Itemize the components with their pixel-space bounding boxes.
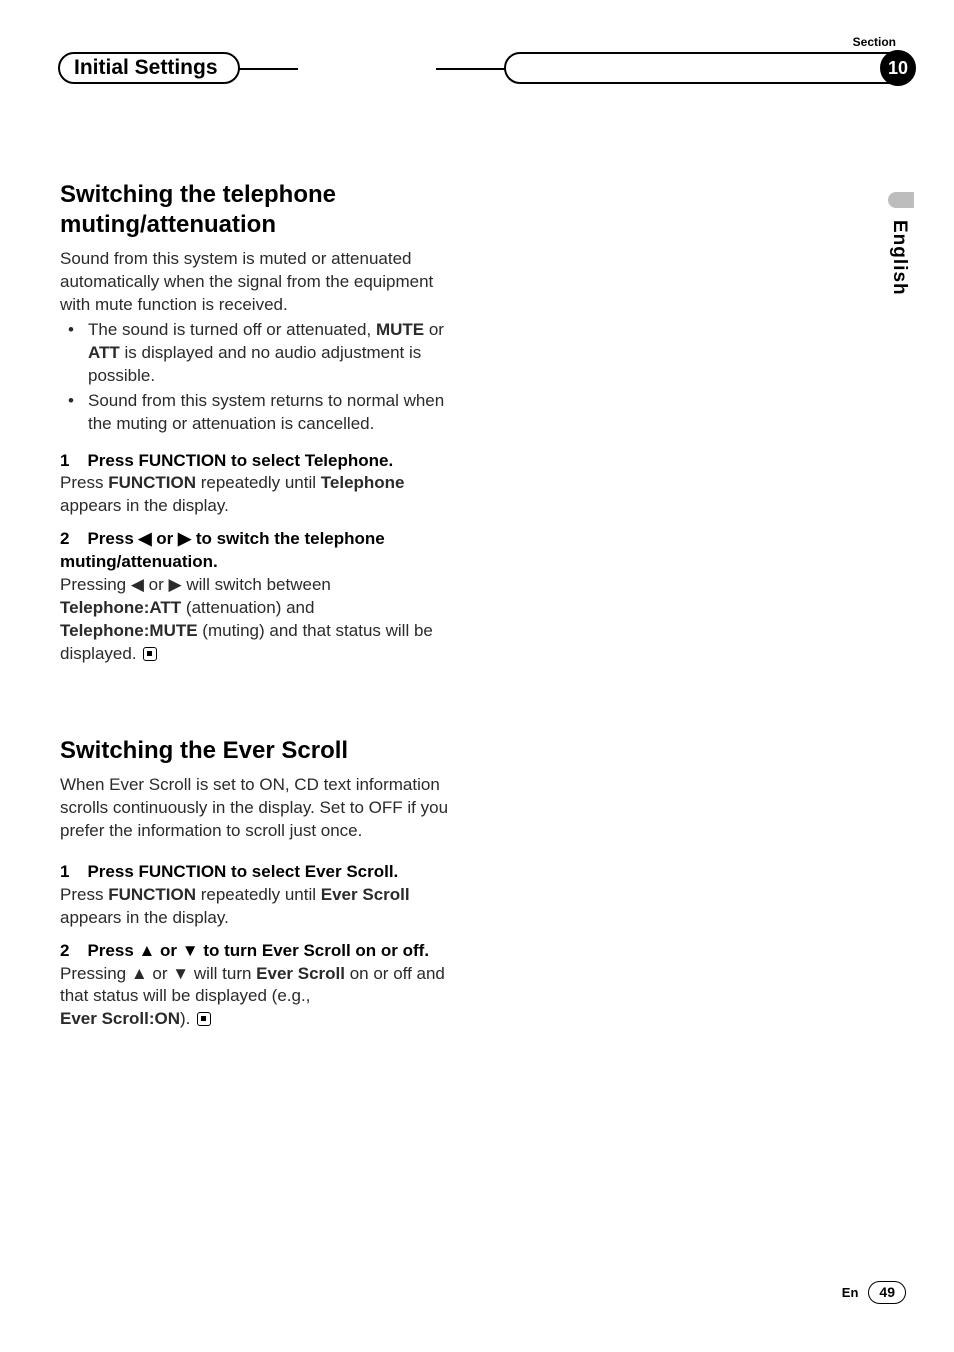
tab-accent <box>888 192 914 208</box>
header-capsule <box>504 52 914 84</box>
step: 1 Press FUNCTION to select Telephone. Pr… <box>60 450 460 519</box>
text: or <box>424 320 444 339</box>
chapter-title: Initial Settings <box>74 54 218 82</box>
chapter-title-pill: Initial Settings <box>58 52 240 84</box>
list-item: Sound from this system returns to normal… <box>60 390 460 436</box>
text: or <box>152 529 178 548</box>
section-number-badge: 10 <box>880 50 916 86</box>
text-bold: Telephone:MUTE <box>60 621 198 640</box>
language-tab: English <box>886 220 912 296</box>
text: Press <box>60 473 108 492</box>
step-body: Press FUNCTION repeatedly until Ever Scr… <box>60 884 460 930</box>
section-label: Section <box>853 34 896 50</box>
page-footer: En 49 <box>842 1281 906 1304</box>
page-number: 49 <box>868 1281 906 1304</box>
up-arrow-icon: ▲ <box>139 941 156 960</box>
end-of-section-icon <box>197 1012 211 1026</box>
bullet-list: The sound is turned off or attenuated, M… <box>60 319 460 436</box>
divider-line <box>436 68 506 70</box>
text-bold: ATT <box>88 343 120 362</box>
step-title-text: Press FUNCTION to select Ever Scroll. <box>87 862 398 881</box>
step-number: 1 <box>60 450 78 473</box>
step-title: 1 Press FUNCTION to select Telephone. <box>60 450 460 473</box>
text-bold: FUNCTION <box>108 885 196 904</box>
step-body: Press FUNCTION repeatedly until Telephon… <box>60 472 460 518</box>
text: is displayed and no audio adjustment is … <box>88 343 421 385</box>
right-arrow-icon: ▶ <box>169 575 182 594</box>
text: The sound is turned off or attenuated, <box>88 320 376 339</box>
text-bold: Ever Scroll <box>321 885 410 904</box>
step-title: 2 Press ◀ or ▶ to switch the telephone m… <box>60 528 460 574</box>
body-text: When Ever Scroll is set to ON, CD text i… <box>60 774 460 843</box>
text: repeatedly until <box>196 885 321 904</box>
text: Sound from this system returns to normal… <box>88 391 444 433</box>
text: ). <box>180 1009 190 1028</box>
text-bold: Ever Scroll <box>256 964 345 983</box>
step-body: Pressing ▲ or ▼ will turn Ever Scroll on… <box>60 963 460 1032</box>
step-number: 2 <box>60 528 78 551</box>
text: or <box>155 941 181 960</box>
text: will switch between <box>182 575 331 594</box>
text-bold: FUNCTION <box>108 473 196 492</box>
section-heading: Switching the telephone muting/attenuati… <box>60 180 460 240</box>
left-arrow-icon: ◀ <box>139 529 152 548</box>
page: Section Initial Settings 10 English Swit… <box>0 0 954 1352</box>
text: appears in the display. <box>60 496 229 515</box>
step: 1 Press FUNCTION to select Ever Scroll. … <box>60 861 460 930</box>
page-header: Section Initial Settings 10 <box>0 34 954 94</box>
text-bold: Telephone:ATT <box>60 598 181 617</box>
text: Press <box>87 529 138 548</box>
footer-lang: En <box>842 1284 859 1302</box>
end-of-section-icon <box>143 647 157 661</box>
list-item: The sound is turned off or attenuated, M… <box>60 319 460 388</box>
text: (attenuation) and <box>181 598 314 617</box>
text: appears in the display. <box>60 908 229 927</box>
divider-line <box>238 68 298 70</box>
up-arrow-icon: ▲ <box>131 964 148 983</box>
text: or <box>144 575 169 594</box>
right-arrow-icon: ▶ <box>178 529 191 548</box>
down-arrow-icon: ▼ <box>182 941 199 960</box>
step-title: 2 Press ▲ or ▼ to turn Ever Scroll on or… <box>60 940 460 963</box>
text: will turn <box>189 964 256 983</box>
text: to turn Ever Scroll on or off. <box>199 941 429 960</box>
step-body: Pressing ◀ or ▶ will switch between Tele… <box>60 574 460 666</box>
text-bold: Ever Scroll:ON <box>60 1009 180 1028</box>
step-number: 2 <box>60 940 78 963</box>
text: Press <box>87 941 138 960</box>
text: repeatedly until <box>196 473 321 492</box>
text: or <box>148 964 173 983</box>
step-title: 1 Press FUNCTION to select Ever Scroll. <box>60 861 460 884</box>
body-text: Sound from this system is muted or atten… <box>60 248 460 317</box>
step: 2 Press ▲ or ▼ to turn Ever Scroll on or… <box>60 940 460 1032</box>
step-number: 1 <box>60 861 78 884</box>
section-block: Switching the Ever Scroll When Ever Scro… <box>60 736 460 1031</box>
text: Pressing <box>60 964 131 983</box>
content-column: Switching the telephone muting/attenuati… <box>60 180 460 1031</box>
text: Press <box>60 885 108 904</box>
step: 2 Press ◀ or ▶ to switch the telephone m… <box>60 528 460 666</box>
down-arrow-icon: ▼ <box>172 964 189 983</box>
text: Pressing <box>60 575 131 594</box>
text-bold: MUTE <box>376 320 424 339</box>
step-title-text: Press FUNCTION to select Telephone. <box>87 451 393 470</box>
text-bold: Telephone <box>321 473 405 492</box>
left-arrow-icon: ◀ <box>131 575 144 594</box>
section-heading: Switching the Ever Scroll <box>60 736 460 766</box>
